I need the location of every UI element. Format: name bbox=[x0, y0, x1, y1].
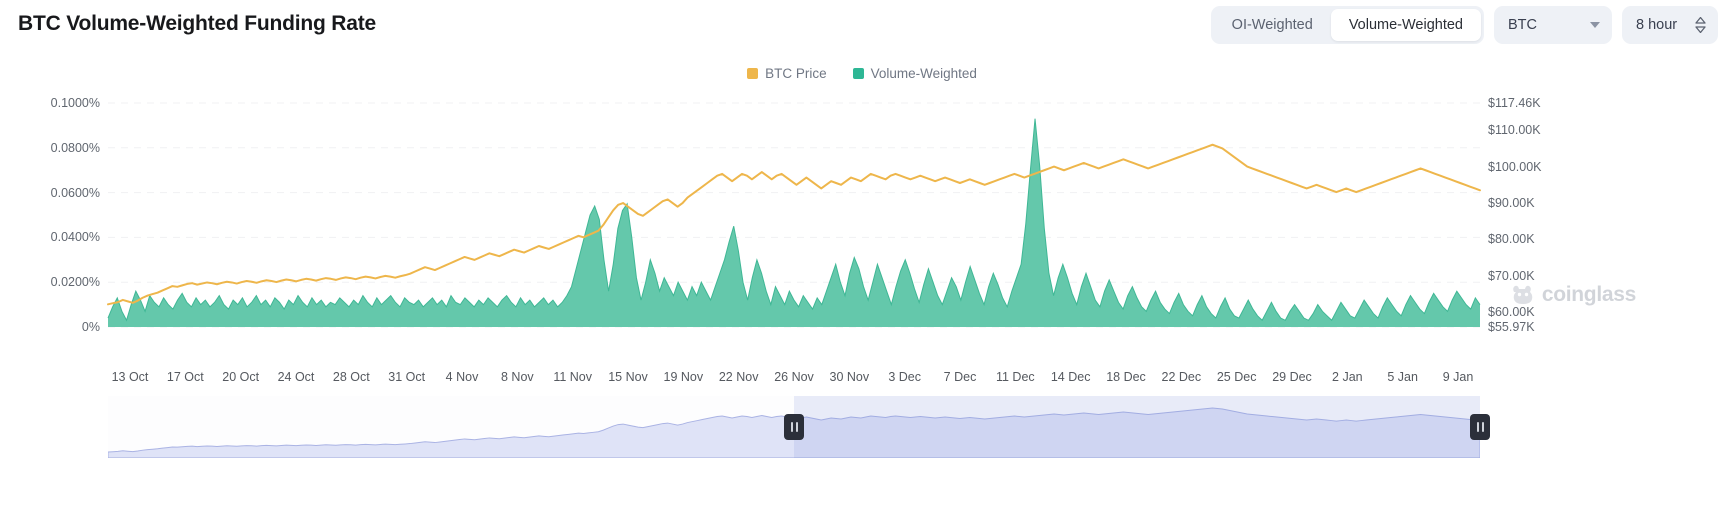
x-axis-tick: 20 Oct bbox=[222, 370, 260, 384]
y-left-tick: 0.0800% bbox=[50, 140, 100, 155]
chart-plot-area[interactable]: 0% 0.0200% 0.0400% 0.0600% 0.0800% 0.1000% $5… bbox=[0, 95, 1724, 345]
y-right-tick: $110.00K bbox=[1488, 123, 1541, 138]
y-left-tick: 0.0400% bbox=[50, 230, 100, 245]
x-axis-tick: 26 Nov bbox=[774, 370, 814, 384]
x-axis-tick: 9 Jan bbox=[1442, 370, 1474, 384]
y-left-tick: 0.1000% bbox=[50, 96, 100, 110]
chart-legend: BTC Price Volume-Weighted bbox=[0, 66, 1724, 81]
range-slider[interactable] bbox=[108, 396, 1490, 458]
x-axis-tick: 19 Nov bbox=[663, 370, 704, 384]
interval-select[interactable]: 8 hour bbox=[1622, 6, 1718, 44]
legend-label-price: BTC Price bbox=[765, 66, 827, 81]
x-axis-tick: 11 Dec bbox=[995, 370, 1035, 384]
chart-canvas bbox=[107, 102, 1481, 328]
y-left-tick: 0.0600% bbox=[50, 185, 100, 200]
weighting-toggle-group[interactable]: OI-Weighted Volume-Weighted bbox=[1210, 6, 1484, 44]
asset-select-value: BTC bbox=[1508, 17, 1537, 33]
legend-item-volume-weighted[interactable]: Volume-Weighted bbox=[852, 66, 977, 81]
y-right-tick: $100.00K bbox=[1488, 159, 1542, 174]
y-axis-left: 0% 0.0200% 0.0400% 0.0600% 0.0800% 0.1000% bbox=[0, 95, 100, 345]
x-axis-tick: 17 Oct bbox=[166, 370, 204, 384]
x-axis-tick: 25 Dec bbox=[1216, 370, 1257, 384]
x-axis-tick: 29 Dec bbox=[1272, 370, 1312, 384]
stepper-updown-icon bbox=[1695, 17, 1706, 33]
y-right-tick: $80.00K bbox=[1488, 232, 1535, 247]
range-handle-left[interactable] bbox=[784, 414, 804, 440]
tab-volume-weighted[interactable]: Volume-Weighted bbox=[1330, 9, 1481, 41]
y-right-tick: $117.46K bbox=[1488, 96, 1541, 110]
asset-select[interactable]: BTC bbox=[1494, 6, 1612, 44]
chevron-down-icon bbox=[1590, 22, 1600, 28]
x-axis-tick: 4 Nov bbox=[445, 370, 479, 384]
page-title: BTC Volume-Weighted Funding Rate bbox=[18, 12, 376, 35]
x-axis-tick: 14 Dec bbox=[1050, 370, 1091, 384]
x-axis-tick: 13 Oct bbox=[111, 370, 149, 384]
x-axis-tick: 22 Dec bbox=[1161, 370, 1202, 384]
x-axis-tick: 8 Nov bbox=[501, 370, 534, 384]
tab-oi-weighted[interactable]: OI-Weighted bbox=[1214, 9, 1331, 41]
y-right-tick: $90.00K bbox=[1488, 196, 1535, 211]
y-left-tick: 0.0200% bbox=[50, 275, 100, 290]
legend-swatch-price bbox=[747, 68, 759, 79]
y-right-tick: $60.00K bbox=[1488, 305, 1535, 320]
range-selection-window[interactable] bbox=[794, 396, 1480, 458]
x-axis-tick: 7 Dec bbox=[943, 370, 977, 384]
range-handle-right[interactable] bbox=[1470, 414, 1490, 440]
funding-rate-widget: BTC Volume-Weighted Funding Rate OI-Weig… bbox=[0, 0, 1724, 513]
x-axis-tick: 11 Nov bbox=[553, 370, 592, 384]
y-axis-right: $55.97K $60.00K $70.00K $80.00K $90.00K $100.… bbox=[1488, 95, 1628, 345]
x-axis-tick: 22 Nov bbox=[718, 370, 759, 384]
x-axis: 13 Oct 17 Oct 20 Oct 24 Oct 28 Oct 31 Oct 4 No… bbox=[0, 370, 1724, 392]
x-axis-tick: 18 Dec bbox=[1106, 370, 1146, 384]
x-axis-tick: 3 Dec bbox=[888, 370, 921, 384]
interval-select-value: 8 hour bbox=[1636, 17, 1678, 33]
x-axis-tick: 15 Nov bbox=[608, 370, 648, 384]
y-right-tick: $55.97K bbox=[1488, 320, 1535, 334]
y-left-tick: 0% bbox=[81, 320, 100, 334]
header-controls: OI-Weighted Volume-Weighted BTC 8 hour bbox=[1210, 6, 1718, 44]
y-right-tick: $70.00K bbox=[1488, 268, 1535, 283]
legend-item-btc-price[interactable]: BTC Price bbox=[747, 66, 827, 81]
x-axis-tick: 24 Oct bbox=[277, 370, 315, 384]
x-axis-tick: 28 Oct bbox=[332, 370, 370, 384]
x-axis-tick: 2 Jan bbox=[1332, 370, 1363, 384]
legend-swatch-funding bbox=[852, 68, 864, 79]
x-axis-tick: 31 Oct bbox=[388, 370, 426, 384]
widget-header: BTC Volume-Weighted Funding Rate OI-Weig… bbox=[0, 0, 1724, 52]
x-axis-tick: 30 Nov bbox=[829, 370, 870, 384]
x-axis-tick: 5 Jan bbox=[1387, 370, 1418, 384]
legend-label-funding: Volume-Weighted bbox=[870, 66, 977, 81]
